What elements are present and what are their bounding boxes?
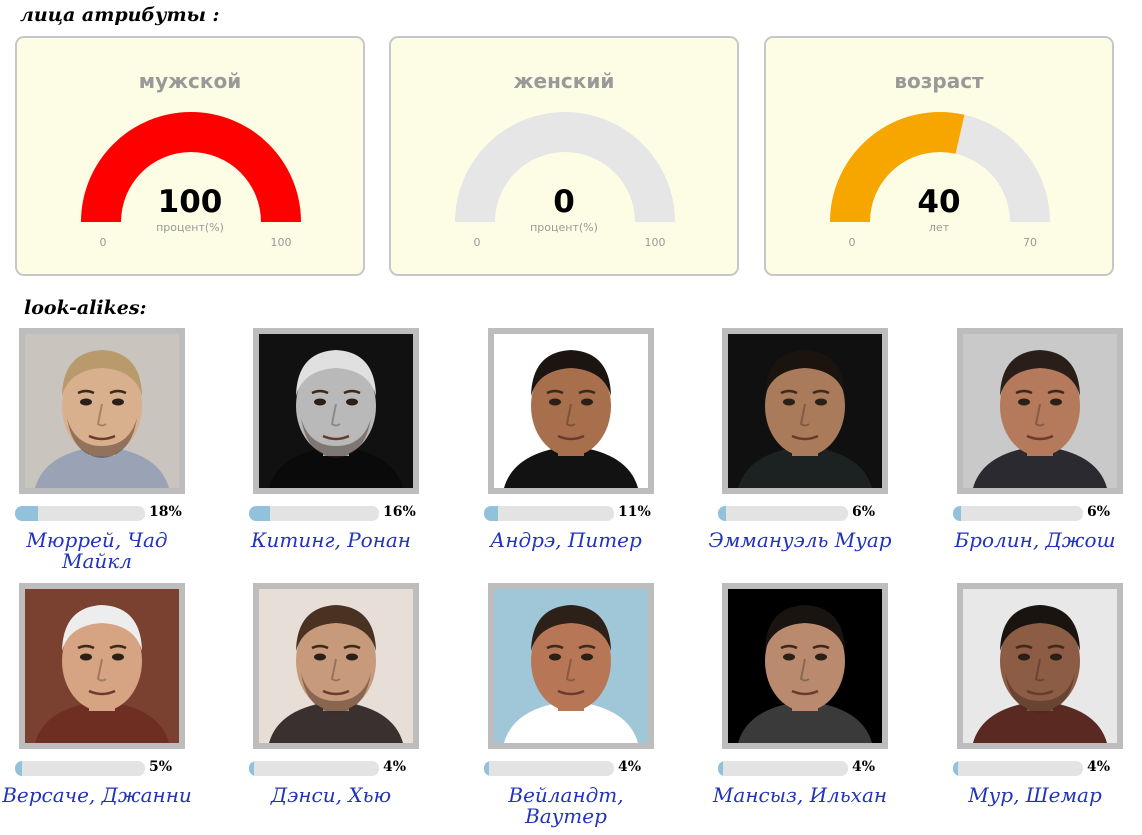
similarity-percent: 5% bbox=[149, 759, 173, 775]
lookalike-name-link[interactable]: Версаче, Джанни bbox=[0, 785, 197, 806]
lookalike-photo[interactable] bbox=[722, 583, 888, 749]
lookalike-photo[interactable] bbox=[957, 583, 1123, 749]
similarity-bar bbox=[15, 506, 145, 521]
lookalike-photo[interactable] bbox=[19, 328, 185, 494]
similarity-bar-fill bbox=[15, 761, 22, 776]
lookalike-card: 11% Андрэ, Питер bbox=[484, 328, 674, 578]
lookalike-card: 18% Мюррей, Чад Майкл bbox=[15, 328, 205, 578]
similarity-percent: 4% bbox=[618, 759, 642, 775]
lookalike-name-link[interactable]: Мур, Шемар bbox=[935, 785, 1135, 806]
gauge-max-label: 100 bbox=[644, 236, 666, 249]
lookalike-name-link[interactable]: Мюррей, Чад Майкл bbox=[0, 530, 197, 572]
lookalike-name-link[interactable]: Андрэ, Питер bbox=[466, 530, 666, 551]
face-image bbox=[259, 334, 413, 488]
similarity-bar-fill bbox=[249, 761, 255, 776]
face-image bbox=[494, 589, 648, 743]
similarity-bar-fill bbox=[484, 506, 499, 521]
lookalike-card: 16% Китинг, Ронан bbox=[249, 328, 439, 578]
similarity-bar-fill bbox=[953, 761, 959, 776]
similarity-bar-fill bbox=[484, 761, 490, 776]
gauge-min-label: 0 bbox=[848, 236, 856, 249]
gauge-title: возраст bbox=[894, 69, 984, 93]
lookalike-photo[interactable] bbox=[722, 328, 888, 494]
lookalike-card: 4% Дэнси, Хью bbox=[249, 583, 439, 833]
lookalike-photo[interactable] bbox=[253, 328, 419, 494]
gauge-unit: процент(%) bbox=[530, 221, 598, 234]
similarity-bar bbox=[718, 761, 848, 776]
similarity-bar bbox=[953, 506, 1083, 521]
lookalike-name-link[interactable]: Дэнси, Хью bbox=[231, 785, 431, 806]
gauge-max-label: 70 bbox=[1023, 236, 1037, 249]
lookalike-name-link[interactable]: Бролин, Джош bbox=[935, 530, 1135, 551]
gauge-min-label: 0 bbox=[473, 236, 481, 249]
gauge-value: 0 bbox=[553, 184, 575, 220]
lookalike-card: 4% Мансыз, Ильхан bbox=[713, 583, 908, 833]
gauge-panel: мужской 100 процент(%) 0 100 bbox=[15, 36, 365, 276]
gauge-min-label: 0 bbox=[99, 236, 107, 249]
gauge-title: женский bbox=[513, 69, 615, 93]
face-image bbox=[728, 334, 882, 488]
lookalikes-title: look-alikes: bbox=[24, 297, 147, 319]
lookalike-card: 4% Мур, Шемар bbox=[953, 583, 1142, 833]
face-image bbox=[25, 589, 179, 743]
similarity-bar bbox=[249, 506, 379, 521]
gauge-panel: возраст 40 лет 0 70 bbox=[764, 36, 1114, 276]
gauge-value: 40 bbox=[917, 184, 961, 220]
face-image bbox=[25, 334, 179, 488]
gauge-unit: процент(%) bbox=[156, 221, 224, 234]
similarity-bar-fill bbox=[953, 506, 961, 521]
similarity-percent: 4% bbox=[852, 759, 876, 775]
similarity-percent: 6% bbox=[852, 504, 876, 520]
similarity-percent: 18% bbox=[149, 504, 182, 520]
face-image bbox=[494, 334, 648, 488]
similarity-percent: 6% bbox=[1087, 504, 1111, 520]
lookalike-card: 4% Вейландт, Ваутер bbox=[484, 583, 674, 833]
lookalike-photo[interactable] bbox=[488, 583, 654, 749]
similarity-bar bbox=[484, 761, 614, 776]
lookalike-photo[interactable] bbox=[957, 328, 1123, 494]
lookalike-name-link[interactable]: Мансыз, Ильхан bbox=[700, 785, 900, 806]
gauge-value: 100 bbox=[157, 184, 223, 220]
similarity-bar-fill bbox=[15, 506, 39, 521]
attributes-title: лица атрибуты : bbox=[20, 4, 220, 26]
similarity-bar bbox=[953, 761, 1083, 776]
gauge-panel: женский 0 процент(%) 0 100 bbox=[389, 36, 739, 276]
lookalike-card: 6% Бролин, Джош bbox=[953, 328, 1142, 578]
lookalike-name-link[interactable]: Эммануэль Муар bbox=[700, 530, 900, 551]
gauge-title: мужской bbox=[138, 69, 242, 93]
similarity-percent: 4% bbox=[1087, 759, 1111, 775]
face-image bbox=[963, 589, 1117, 743]
similarity-percent: 4% bbox=[383, 759, 407, 775]
lookalike-card: 5% Версаче, Джанни bbox=[2, 583, 205, 833]
similarity-bar-fill bbox=[718, 506, 726, 521]
gauge-unit: лет bbox=[928, 221, 950, 234]
similarity-bar bbox=[718, 506, 848, 521]
lookalike-card: 6% Эммануэль Муар bbox=[708, 328, 908, 578]
similarity-bar bbox=[484, 506, 614, 521]
face-image bbox=[963, 334, 1117, 488]
similarity-bar-fill bbox=[718, 761, 724, 776]
lookalike-photo[interactable] bbox=[19, 583, 185, 749]
face-image bbox=[259, 589, 413, 743]
similarity-percent: 16% bbox=[383, 504, 416, 520]
lookalike-name-link[interactable]: Вейландт, Ваутер bbox=[466, 785, 666, 827]
lookalike-photo[interactable] bbox=[488, 328, 654, 494]
similarity-bar bbox=[15, 761, 145, 776]
lookalike-photo[interactable] bbox=[253, 583, 419, 749]
similarity-bar-fill bbox=[249, 506, 270, 521]
similarity-bar bbox=[249, 761, 379, 776]
lookalike-name-link[interactable]: Китинг, Ронан bbox=[231, 530, 431, 551]
gauge-max-label: 100 bbox=[270, 236, 292, 249]
similarity-percent: 11% bbox=[618, 504, 651, 520]
face-image bbox=[728, 589, 882, 743]
